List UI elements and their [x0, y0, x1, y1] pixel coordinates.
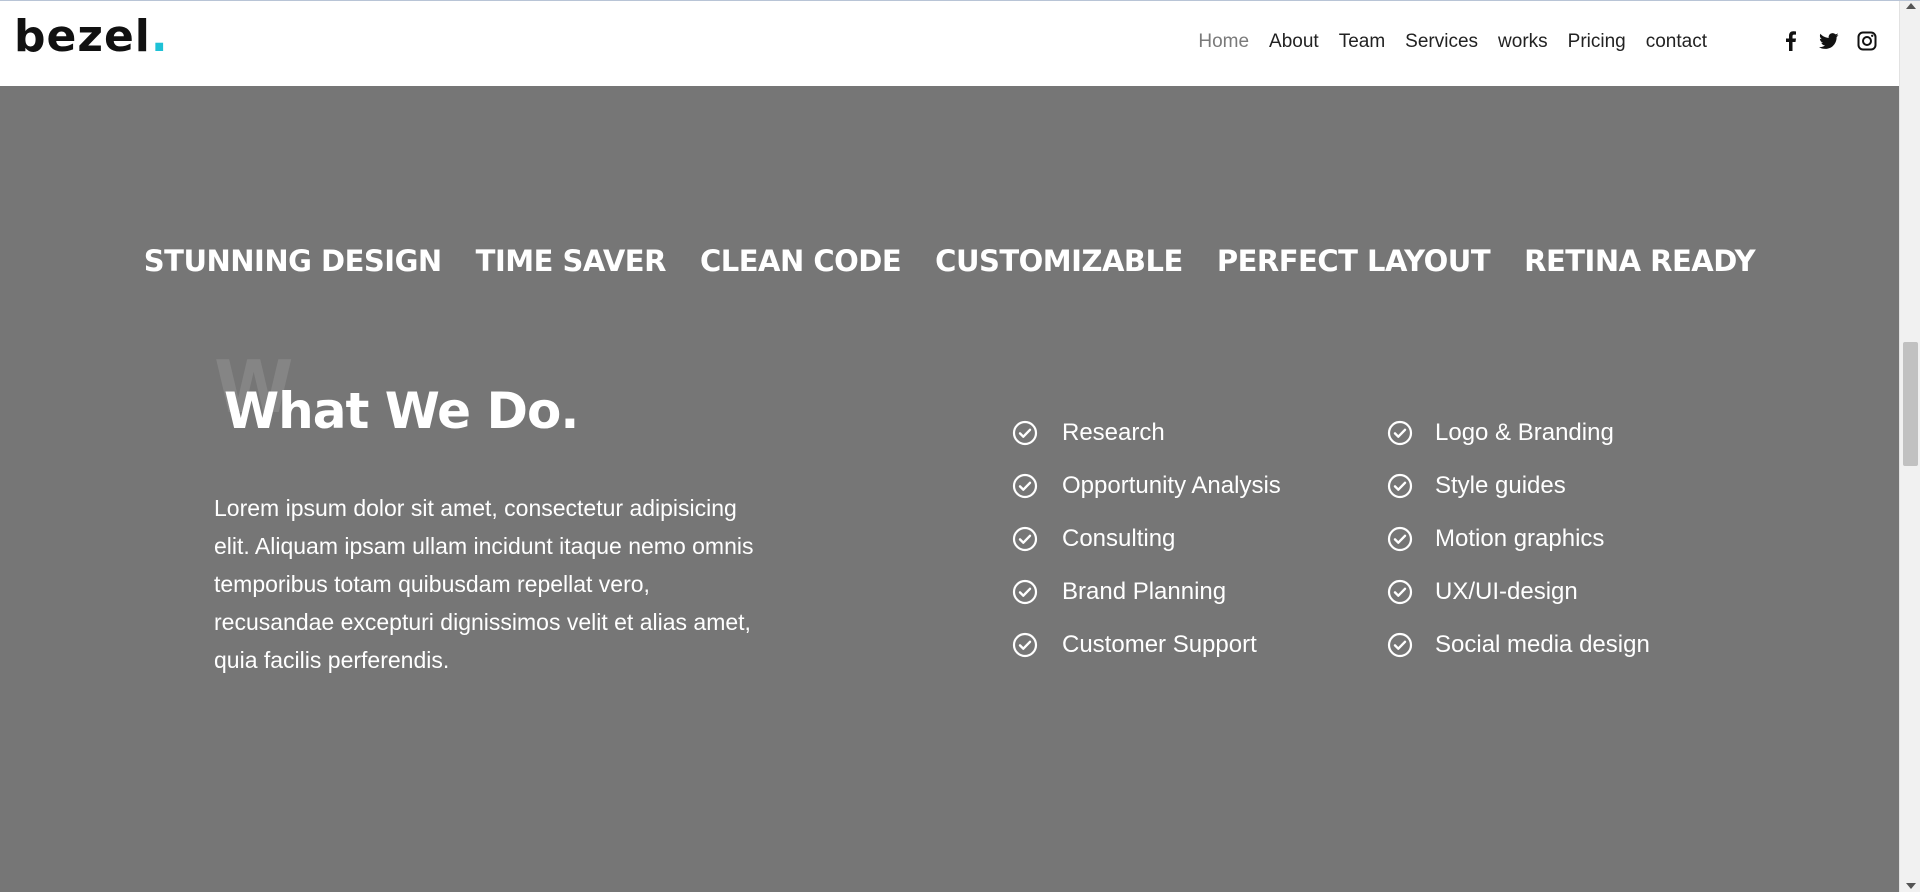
list-item: Opportunity Analysis	[1012, 459, 1281, 512]
feature-label: PERFECT LAYOUT	[1216, 244, 1491, 278]
service-label: Style guides	[1435, 471, 1566, 499]
service-label: Customer Support	[1062, 630, 1257, 658]
window-top-border	[0, 0, 1920, 1]
logo-text: bezel	[14, 11, 151, 62]
nav-pricing[interactable]: Pricing	[1568, 31, 1626, 53]
check-circle-icon	[1387, 579, 1413, 605]
nav-contact[interactable]: contact	[1646, 31, 1707, 53]
instagram-icon[interactable]	[1857, 31, 1877, 53]
feature-label: CLEAN CODE	[699, 244, 902, 278]
facebook-icon[interactable]	[1781, 31, 1801, 53]
list-item: Brand Planning	[1012, 565, 1281, 618]
main-nav: Home About Team Services works Pricing c…	[1178, 31, 1707, 53]
service-label: UX/UI-design	[1435, 577, 1578, 605]
social-links	[1781, 31, 1877, 53]
check-circle-icon	[1387, 526, 1413, 552]
nav-about[interactable]: About	[1269, 31, 1319, 53]
feature-label: CUSTOMIZABLE	[935, 244, 1183, 278]
service-label: Motion graphics	[1435, 524, 1605, 552]
section-description: Lorem ipsum dolor sit amet, consectetur …	[214, 495, 754, 673]
service-label: Opportunity Analysis	[1062, 471, 1281, 499]
scroll-up-arrow-icon[interactable]	[1906, 3, 1916, 9]
nav-team[interactable]: Team	[1339, 31, 1385, 53]
service-label: Research	[1062, 418, 1165, 446]
feature-label: STUNNING DESIGN	[143, 244, 442, 278]
nav-works[interactable]: works	[1498, 31, 1548, 53]
twitter-icon[interactable]	[1819, 31, 1839, 53]
list-item: Research	[1012, 406, 1281, 459]
list-item: Motion graphics	[1387, 512, 1650, 565]
logo-dot: .	[150, 11, 169, 62]
check-circle-icon	[1387, 632, 1413, 658]
scroll-down-arrow-icon[interactable]	[1906, 883, 1916, 889]
check-circle-icon	[1012, 632, 1038, 658]
feature-label: TIME SAVER	[475, 244, 667, 278]
check-circle-icon	[1012, 526, 1038, 552]
list-item: UX/UI-design	[1387, 565, 1650, 618]
service-label: Logo & Branding	[1435, 418, 1614, 446]
list-item: Customer Support	[1012, 618, 1281, 671]
services-list-right: Logo & Branding Style guides Motion grap…	[1387, 406, 1650, 671]
check-circle-icon	[1387, 473, 1413, 499]
service-label: Consulting	[1062, 524, 1176, 552]
feature-label: RETINA READY	[1524, 244, 1756, 278]
services-list-left: Research Opportunity Analysis Consulting…	[1012, 406, 1281, 671]
vertical-scrollbar[interactable]	[1899, 0, 1920, 892]
check-circle-icon	[1012, 579, 1038, 605]
service-label: Brand Planning	[1062, 577, 1227, 605]
navbar: bezel. Home About Team Services works Pr…	[0, 1, 1899, 86]
service-label: Social media design	[1435, 630, 1650, 658]
logo[interactable]: bezel.	[14, 15, 169, 59]
nav-home[interactable]: Home	[1198, 31, 1249, 53]
check-circle-icon	[1387, 420, 1413, 446]
list-item: Social media design	[1387, 618, 1650, 671]
feature-strip: STUNNING DESIGN TIME SAVER CLEAN CODE CU…	[0, 244, 1899, 278]
list-item: Logo & Branding	[1387, 406, 1650, 459]
list-item: Style guides	[1387, 459, 1650, 512]
check-circle-icon	[1012, 420, 1038, 446]
scrollbar-thumb[interactable]	[1903, 342, 1918, 466]
list-item: Consulting	[1012, 512, 1281, 565]
what-we-do-section: STUNNING DESIGN TIME SAVER CLEAN CODE CU…	[0, 86, 1899, 892]
page: bezel. Home About Team Services works Pr…	[0, 0, 1899, 892]
section-title: What We Do.	[224, 382, 579, 440]
check-circle-icon	[1012, 473, 1038, 499]
nav-services[interactable]: Services	[1405, 31, 1478, 53]
